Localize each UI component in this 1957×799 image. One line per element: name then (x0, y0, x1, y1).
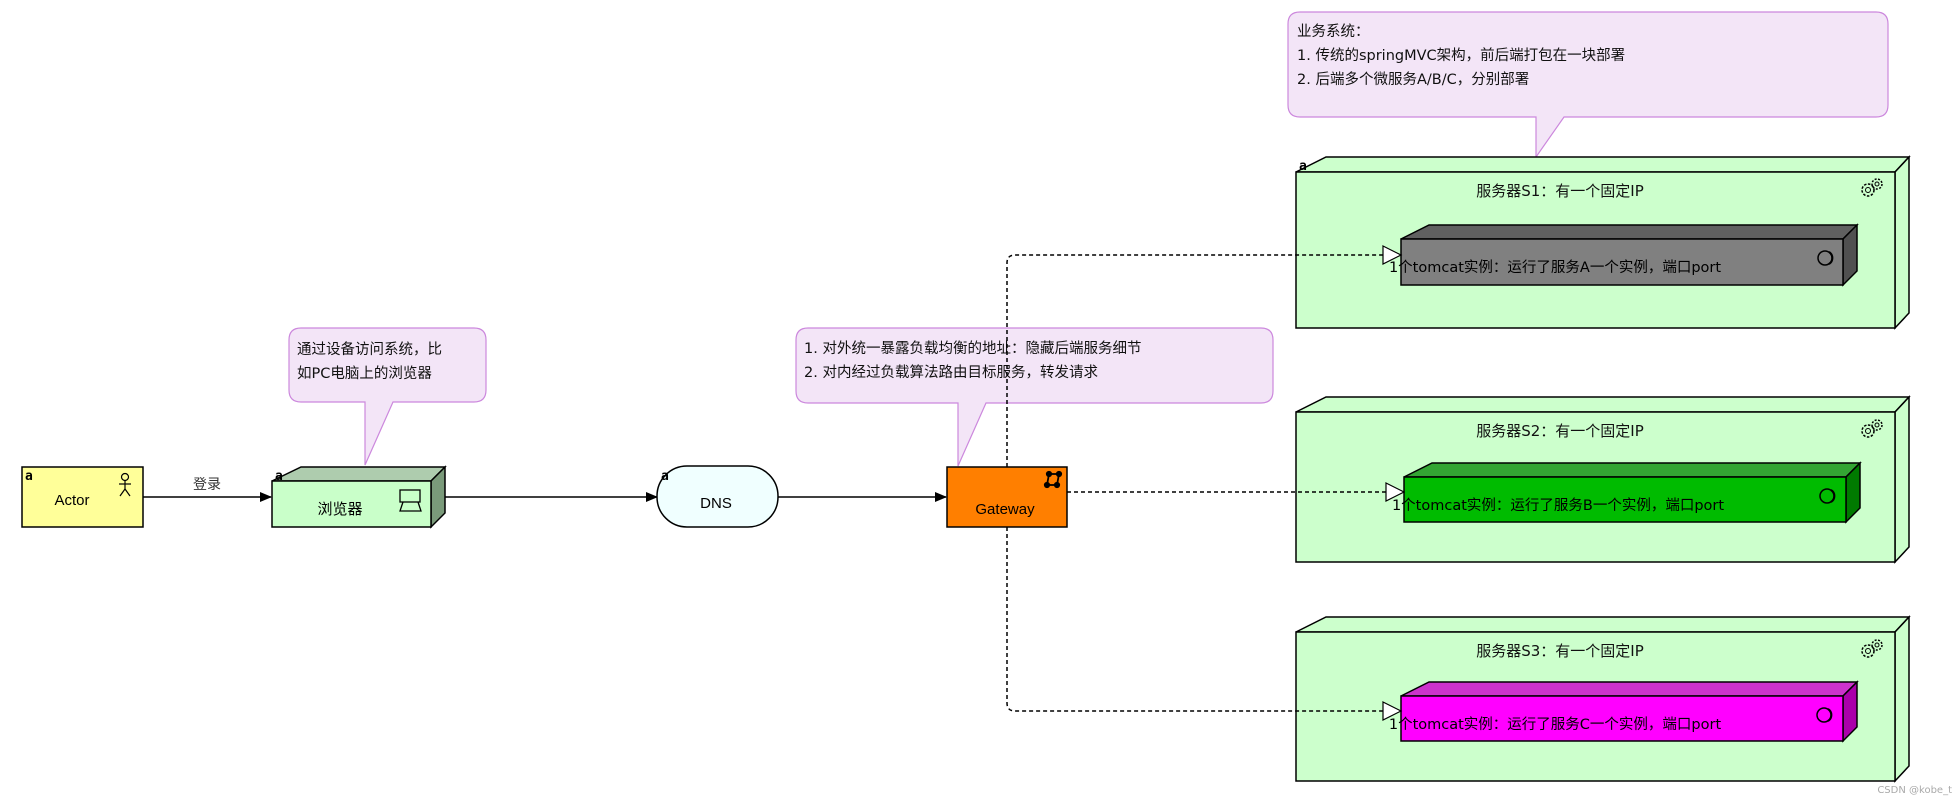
gateway-note: 1. 对外统一暴露负载均衡的地址：隐藏后端服务细节 2. 对内经过负载算法路由目… (795, 327, 1274, 467)
edge-login-label: 登录 (193, 477, 221, 493)
browser-top-face (271, 466, 447, 482)
browser-label: 浏览器 (317, 500, 362, 518)
tomcat-b-label: 1个tomcat实例：运行了服务B一个实例，端口port (1392, 497, 1724, 514)
architecture-diagram: 业务系统： 1. 传统的springMVC架构，前后端打包在一块部署 2. 后端… (21, 11, 1952, 796)
watermark: CSDN @kobe_t (1877, 785, 1952, 796)
element-marker: a (661, 469, 669, 484)
browser-note: 通过设备访问系统，比 如PC电脑上的浏览器 (288, 327, 487, 466)
server-s2-top-face (1295, 396, 1911, 413)
edge-actor-to-browser: 登录 (143, 477, 272, 502)
gateway-label: Gateway (975, 501, 1035, 518)
tomcat-instance-a[interactable]: 1个tomcat实例：运行了服务A一个实例，端口port (1389, 223, 1859, 287)
gateway-note-line-1: 1. 对外统一暴露负载均衡的地址：隐藏后端服务细节 (804, 340, 1141, 357)
server-node-s1[interactable]: a 服务器S1：有一个固定IP 1个tomcat实例：运行了服务A一个实例，端口… (1295, 155, 1911, 330)
server-s1-side-face (1894, 155, 1910, 330)
browser-note-line-2: 如PC电脑上的浏览器 (297, 365, 432, 382)
browser-note-line-1: 通过设备访问系统，比 (297, 341, 442, 358)
server-s3-side-face (1894, 615, 1910, 783)
gateway-note-line-2: 2. 对内经过负载算法路由目标服务，转发请求 (804, 364, 1098, 381)
system-note-line-3: 2. 后端多个微服务A/B/C，分别部署 (1297, 71, 1529, 88)
tomcat-a-label: 1个tomcat实例：运行了服务A一个实例，端口port (1389, 259, 1721, 276)
server-s1-title: 服务器S1：有一个固定IP (1476, 182, 1644, 200)
tomcat-c-top (1400, 681, 1859, 697)
tomcat-instance-c[interactable]: 1个tomcat实例：运行了服务C一个实例，端口port (1389, 680, 1859, 743)
server-s3-top-face (1295, 616, 1911, 633)
server-s2-title: 服务器S2：有一个固定IP (1476, 422, 1644, 440)
tomcat-a-top (1400, 224, 1859, 240)
tomcat-b-top (1403, 462, 1862, 478)
actor-label: Actor (54, 492, 89, 509)
element-marker: a (275, 469, 283, 484)
gateway-node[interactable]: Gateway (946, 466, 1068, 528)
browser-node[interactable]: a 浏览器 (271, 465, 447, 529)
tomcat-instance-b[interactable]: 1个tomcat实例：运行了服务B一个实例，端口port (1392, 461, 1862, 524)
system-note-line-1: 业务系统： (1297, 23, 1370, 40)
server-s3-title: 服务器S3：有一个固定IP (1476, 642, 1644, 660)
tomcat-c-label: 1个tomcat实例：运行了服务C一个实例，端口port (1389, 716, 1722, 733)
element-marker: a (1299, 159, 1307, 174)
server-node-s3[interactable]: 服务器S3：有一个固定IP 1个tomcat实例：运行了服务C一个实例，端口po… (1295, 615, 1911, 783)
server-s2-side-face (1894, 395, 1910, 564)
system-note: 业务系统： 1. 传统的springMVC架构，前后端打包在一块部署 2. 后端… (1287, 11, 1889, 159)
actor-node[interactable]: a Actor (21, 466, 144, 528)
element-marker: a (25, 469, 33, 484)
dns-node[interactable]: a DNS (656, 465, 779, 528)
dns-label: DNS (700, 495, 732, 512)
server-node-s2[interactable]: 服务器S2：有一个固定IP 1个tomcat实例：运行了服务B一个实例，端口po… (1295, 395, 1911, 564)
system-note-line-2: 1. 传统的springMVC架构，前后端打包在一块部署 (1297, 47, 1625, 64)
server-s1-top-face (1295, 156, 1911, 173)
